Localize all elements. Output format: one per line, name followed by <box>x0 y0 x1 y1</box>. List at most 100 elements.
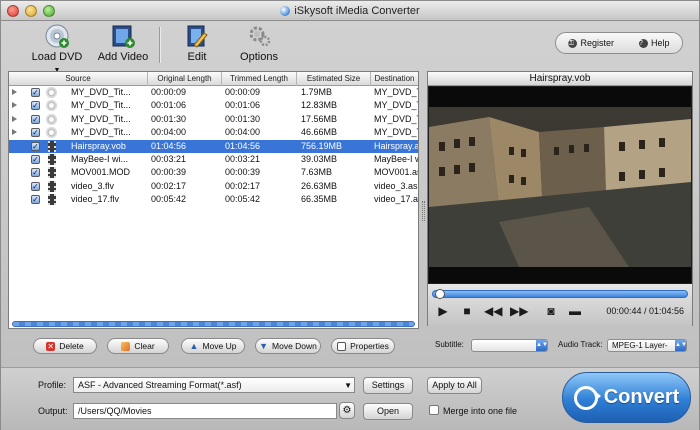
options-button[interactable]: Options <box>237 23 281 63</box>
table-header: Source Original Length Trimmed Length Es… <box>9 72 418 86</box>
table-row[interactable]: ✓ video_3.flv 00:02:17 00:02:17 26.63MB video… <box>9 180 418 193</box>
move-up-button[interactable]: ▲ Move Up <box>181 338 245 354</box>
open-button[interactable]: Open <box>363 403 413 420</box>
edit-film-icon <box>187 25 208 48</box>
merge-label: Merge into one file <box>443 406 518 416</box>
table-row[interactable]: ✓ video_17.flv 00:05:42 00:05:42 66.35MB vide… <box>9 193 418 206</box>
cell-size: 7.63MB <box>301 167 333 178</box>
table-row[interactable]: ✓ Hairspray.vob 01:04:56 01:04:56 756.19MB Ha… <box>9 139 418 153</box>
cell-trim: 00:00:09 <box>225 87 261 97</box>
cell-orig: 00:01:30 <box>151 113 187 124</box>
properties-icon <box>337 341 347 351</box>
cell-source: Hairspray.vob <box>71 140 126 151</box>
load-dvd-button[interactable]: Load DVD ▼ <box>29 23 85 75</box>
audio-track-select[interactable]: MPEG-1 Layer- ▲▼ <box>607 339 687 352</box>
column-header-trimmed-length[interactable]: Trimmed Length <box>222 72 297 86</box>
disclosure-triangle-icon[interactable] <box>12 89 17 95</box>
subtitle-select[interactable]: ▲▼ <box>471 339 548 352</box>
playback-time: 00:00:44 / 01:04:56 <box>606 306 684 316</box>
column-header-original-length[interactable]: Original Length <box>148 72 222 86</box>
profile-value: ASF - Advanced Streaming Format(*.asf) <box>78 380 242 390</box>
gear-icon[interactable]: ⚙ <box>339 402 355 419</box>
cell-orig: 00:04:00 <box>151 127 187 138</box>
rewind-icon[interactable]: ◀◀ <box>484 304 502 318</box>
properties-button[interactable]: Properties <box>331 338 395 354</box>
load-dvd-label: Load DVD <box>31 51 83 63</box>
output-path-field[interactable]: /Users/QQ/Movies <box>73 403 337 419</box>
move-up-label: Move Up <box>202 341 237 351</box>
audio-track-label: Audio Track: <box>558 340 603 349</box>
delete-button[interactable]: ✕ Delete <box>33 338 97 354</box>
play-icon[interactable]: ▶ <box>436 304 450 318</box>
cell-orig: 01:04:56 <box>151 140 187 151</box>
move-down-button[interactable]: ▼ Move Down <box>255 338 321 354</box>
preview-player: Hairspray.vob ▶ ■ ◀◀ ▶▶ ◙ ▬ 00:00:44 / 0… <box>427 71 693 326</box>
edit-button[interactable]: Edit <box>179 23 215 63</box>
merge-checkbox[interactable] <box>429 405 439 415</box>
film-icon <box>48 180 56 192</box>
conversion-progress-bar <box>12 321 415 327</box>
file-list: ✓ MY_DVD_Tit... 00:00:09 00:00:09 1.79MB MY_D… <box>9 86 418 207</box>
zoom-window-button[interactable] <box>43 5 55 17</box>
table-row[interactable]: ✓ MY_DVD_Tit... 00:00:09 00:00:09 1.79MB MY_D… <box>9 86 418 99</box>
camera-icon[interactable]: ◙ <box>544 304 558 318</box>
column-header-source[interactable]: Source <box>9 72 148 86</box>
settings-button[interactable]: Settings <box>363 377 413 394</box>
cell-trim: 00:03:21 <box>225 153 261 164</box>
cell-orig: 00:05:42 <box>151 194 187 205</box>
table-row[interactable]: ✓ MY_DVD_Tit... 00:01:06 00:01:06 12.83MB MY_… <box>9 99 418 112</box>
title-bar: iSkysoft iMedia Converter <box>1 1 699 21</box>
profile-select[interactable]: ASF - Advanced Streaming Format(*.asf) ▼ <box>73 377 355 393</box>
column-header-estimated-size[interactable]: Estimated Size <box>297 72 371 86</box>
cell-trim: 01:04:56 <box>225 140 261 151</box>
dvd-disc-icon <box>46 113 57 125</box>
apply-to-all-button[interactable]: Apply to All <box>427 377 482 394</box>
folder-icon[interactable]: ▬ <box>568 304 582 318</box>
row-checkbox[interactable]: ✓ <box>31 101 40 111</box>
dvd-disc-icon <box>46 87 57 98</box>
film-icon <box>48 167 56 179</box>
help-button[interactable]: ? Help <box>638 38 670 48</box>
row-checkbox[interactable]: ✓ <box>31 141 40 151</box>
fast-forward-icon[interactable]: ▶▶ <box>510 304 528 318</box>
row-checkbox[interactable]: ✓ <box>31 88 40 97</box>
preview-title: Hairspray.vob <box>428 72 692 86</box>
seek-bar[interactable] <box>432 289 688 299</box>
row-checkbox[interactable]: ✓ <box>31 128 40 138</box>
cell-size: 26.63MB <box>301 180 338 191</box>
row-checkbox[interactable]: ✓ <box>31 181 40 191</box>
stop-icon[interactable]: ■ <box>460 304 474 318</box>
cell-source: MY_DVD_Tit... <box>71 127 131 138</box>
convert-button[interactable]: Convert <box>562 372 691 423</box>
table-row[interactable]: ✓ MY_DVD_Tit... 00:04:00 00:04:00 46.66MB MY_… <box>9 126 418 139</box>
clear-button[interactable]: Clear <box>107 338 169 354</box>
cell-size: 12.83MB <box>301 100 338 111</box>
column-header-destination[interactable]: Destination <box>371 72 418 86</box>
row-checkbox[interactable]: ✓ <box>31 154 40 164</box>
dvd-disc-icon <box>45 24 69 48</box>
row-checkbox[interactable]: ✓ <box>31 168 40 178</box>
disclosure-triangle-icon[interactable] <box>12 115 17 122</box>
close-window-button[interactable] <box>7 5 19 17</box>
register-button[interactable]: ⚿ Register <box>568 38 614 48</box>
disclosure-triangle-icon[interactable] <box>12 102 17 109</box>
table-row[interactable]: ✓ MayBee-I wi... 00:03:21 00:03:21 39.03MB Ma… <box>9 153 418 166</box>
pane-splitter[interactable] <box>422 201 425 221</box>
table-row[interactable]: ✓ MY_DVD_Tit... 00:01:30 00:01:30 17.56MB MY_… <box>9 113 418 126</box>
output-label: Output: <box>38 406 68 416</box>
row-checkbox[interactable]: ✓ <box>31 114 40 124</box>
table-row[interactable]: ✓ MOV001.MOD 00:00:39 00:00:39 7.63MB MOV001.… <box>9 166 418 179</box>
cell-dest: video_3.as <box>374 180 418 191</box>
add-video-button[interactable]: Add Video <box>97 23 149 63</box>
cell-dest: MY_DVD_Tit <box>374 113 418 124</box>
cell-trim: 00:00:39 <box>225 167 261 178</box>
dvd-disc-icon <box>46 127 57 139</box>
options-label: Options <box>240 51 278 63</box>
cell-source: MY_DVD_Tit... <box>71 87 131 97</box>
disclosure-triangle-icon[interactable] <box>12 129 17 136</box>
cell-dest: Hairspray.a <box>374 140 418 151</box>
cell-size: 1.79MB <box>301 87 333 97</box>
seek-knob[interactable] <box>434 289 445 299</box>
minimize-window-button[interactable] <box>25 5 37 17</box>
row-checkbox[interactable]: ✓ <box>31 195 40 205</box>
